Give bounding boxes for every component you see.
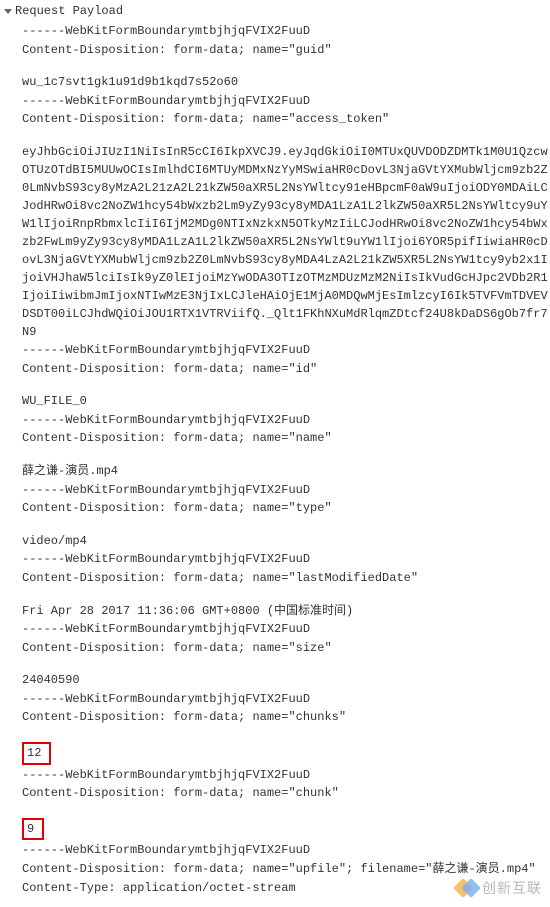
watermark: 创新互联 — [456, 877, 542, 899]
boundary-line: ------WebKitFormBoundarymtbjhjqFVIX2FuuD — [22, 841, 550, 860]
form-value-chunks: 12 ------WebKitFormBoundarymtbjhjqFVIX2F… — [22, 741, 550, 803]
form-field-guid: ------WebKitFormBoundarymtbjhjqFVIX2FuuD… — [22, 22, 550, 59]
value-line: Fri Apr 28 2017 11:36:06 GMT+0800 (中国标准时… — [22, 602, 550, 621]
boundary-line: ------WebKitFormBoundarymtbjhjqFVIX2FuuD — [22, 92, 550, 111]
payload-header[interactable]: Request Payload — [4, 4, 550, 18]
disposition-line: Content-Disposition: form-data; name="ch… — [22, 784, 550, 803]
disposition-line: Content-Disposition: form-data; name="ch… — [22, 708, 550, 727]
boundary-line: ------WebKitFormBoundarymtbjhjqFVIX2FuuD — [22, 550, 550, 569]
form-value-guid: wu_1c7svt1gk1u91d9b1kqd7s52o60 ------Web… — [22, 73, 550, 129]
value-line: 薛之谦-演员.mp4 — [22, 462, 550, 481]
form-value-name: 薛之谦-演员.mp4 ------WebKitFormBoundarymtbjh… — [22, 462, 550, 518]
value-line-highlighted: 12 — [22, 741, 550, 766]
value-line-highlighted: 9 — [22, 817, 550, 842]
watermark-logo-icon — [456, 877, 478, 899]
disposition-line: Content-Disposition: form-data; name="na… — [22, 429, 550, 448]
disposition-line: Content-Disposition: form-data; name="si… — [22, 639, 550, 658]
value-line: video/mp4 — [22, 532, 550, 551]
watermark-text: 创新互联 — [482, 878, 542, 898]
form-value-size: 24040590 ------WebKitFormBoundarymtbjhjq… — [22, 671, 550, 727]
payload-content: ------WebKitFormBoundarymtbjhjqFVIX2FuuD… — [4, 22, 550, 897]
value-line: 24040590 — [22, 671, 550, 690]
disposition-line: Content-Disposition: form-data; name="ty… — [22, 499, 550, 518]
boundary-line: ------WebKitFormBoundarymtbjhjqFVIX2FuuD — [22, 690, 550, 709]
value-line: WU_FILE_0 — [22, 392, 550, 411]
expand-arrow-icon[interactable] — [4, 9, 12, 14]
form-value-id: WU_FILE_0 ------WebKitFormBoundarymtbjhj… — [22, 392, 550, 448]
boundary-line: ------WebKitFormBoundarymtbjhjqFVIX2FuuD — [22, 411, 550, 430]
boundary-line: ------WebKitFormBoundarymtbjhjqFVIX2FuuD — [22, 22, 550, 41]
disposition-line: Content-Disposition: form-data; name="up… — [22, 860, 550, 879]
header-title: Request Payload — [15, 4, 123, 18]
boundary-line: ------WebKitFormBoundarymtbjhjqFVIX2FuuD — [22, 620, 550, 639]
disposition-line: Content-Disposition: form-data; name="id… — [22, 360, 550, 379]
highlight-box: 12 — [22, 742, 51, 765]
disposition-line: Content-Disposition: form-data; name="gu… — [22, 41, 550, 60]
highlight-box: 9 — [22, 818, 44, 841]
form-value-lastmod: Fri Apr 28 2017 11:36:06 GMT+0800 (中国标准时… — [22, 602, 550, 658]
boundary-line: ------WebKitFormBoundarymtbjhjqFVIX2FuuD — [22, 341, 550, 360]
form-value-type: video/mp4 ------WebKitFormBoundarymtbjhj… — [22, 532, 550, 588]
disposition-line: Content-Disposition: form-data; name="ac… — [22, 110, 550, 129]
value-line: wu_1c7svt1gk1u91d9b1kqd7s52o60 — [22, 73, 550, 92]
form-value-token: eyJhbGciOiJIUzI1NiIsInR5cCI6IkpXVCJ9.eyJ… — [22, 143, 550, 378]
boundary-line: ------WebKitFormBoundarymtbjhjqFVIX2FuuD — [22, 481, 550, 500]
boundary-line: ------WebKitFormBoundarymtbjhjqFVIX2FuuD — [22, 766, 550, 785]
disposition-line: Content-Disposition: form-data; name="la… — [22, 569, 550, 588]
token-value: eyJhbGciOiJIUzI1NiIsInR5cCI6IkpXVCJ9.eyJ… — [22, 143, 550, 341]
